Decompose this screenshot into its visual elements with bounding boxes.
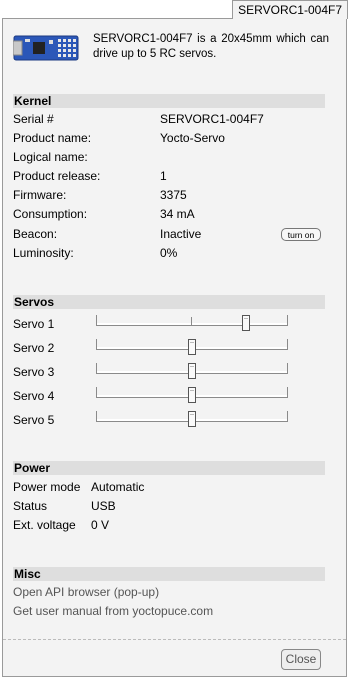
firmware-value: 3375 [160,188,187,202]
servo-2-label: Servo 2 [13,341,55,355]
servo-1-slider[interactable] [96,315,288,331]
kernel-row-product-name: Product name: Yocto-Servo [13,129,333,147]
product-release-label: Product release: [13,169,101,183]
servo-5-slider[interactable] [96,411,288,427]
power-mode-label: Power mode [13,480,81,494]
product-name-value: Yocto-Servo [160,131,225,145]
firmware-label: Firmware: [13,188,67,202]
power-row-ext-voltage: Ext. voltage 0 V [13,516,213,534]
servo-1-label: Servo 1 [13,317,55,331]
product-name-label: Product name: [13,131,92,145]
luminosity-value: 0% [160,246,178,260]
power-status-value: USB [91,499,116,513]
open-api-browser-link[interactable]: Open API browser (pop-up) [13,583,159,601]
beacon-turn-on-button[interactable]: turn on [281,228,321,241]
servo-3-label: Servo 3 [13,365,55,379]
power-mode-value: Automatic [91,480,145,494]
device-header: SERVORC1-004F7 is a 20x45mm which can dr… [13,29,338,69]
power-row-mode: Power mode Automatic [13,478,213,496]
servo-4-slider[interactable] [96,387,288,403]
footer-divider [3,639,346,640]
ext-voltage-label: Ext. voltage [13,518,76,532]
power-row-status: Status USB [13,497,213,515]
servo-5-label: Servo 5 [13,413,55,427]
kernel-row-serial: Serial # SERVORC1-004F7 [13,110,333,128]
kernel-section-header: Kernel [13,94,325,108]
device-panel: SERVORC1-004F7 is a 20x45mm which can dr… [2,18,347,677]
slider-thumb[interactable] [241,315,250,331]
servo-2-slider[interactable] [96,339,288,355]
slider-tick [96,315,97,325]
slider-tick [96,339,97,349]
serial-label: Serial # [13,112,54,126]
slider-thumb[interactable] [188,339,196,355]
window-title-tab: SERVORC1-004F7 [232,0,348,19]
kernel-row-luminosity: Luminosity: 0% [13,244,333,262]
slider-track [96,323,288,326]
logical-name-label: Logical name: [13,150,88,164]
luminosity-label: Luminosity: [13,246,74,260]
kernel-row-logical-name: Logical name: [13,148,333,166]
beacon-label: Beacon: [13,227,58,241]
consumption-value: 34 mA [160,207,195,221]
slider-tick [287,387,288,397]
serial-value: SERVORC1-004F7 [160,112,264,126]
kernel-row-consumption: Consumption: 34 mA [13,205,333,223]
slider-tick [287,411,288,421]
misc-section-header: Misc [13,567,325,581]
beacon-value: Inactive [160,227,202,241]
close-button[interactable]: Close [281,649,321,670]
ext-voltage-value: 0 V [91,518,110,532]
product-release-value: 1 [160,169,167,183]
slider-thumb[interactable] [188,363,196,379]
slider-tick [287,315,288,325]
slider-tick [287,363,288,373]
kernel-row-product-release: Product release: 1 [13,167,333,185]
slider-tick [96,411,97,421]
servos-section-header: Servos [13,295,325,309]
servo-3-slider[interactable] [96,363,288,379]
power-section-header: Power [13,461,325,475]
device-image [13,35,79,61]
consumption-label: Consumption: [13,207,88,221]
device-description: SERVORC1-004F7 is a 20x45mm which can dr… [93,33,329,60]
kernel-row-firmware: Firmware: 3375 [13,186,333,204]
user-manual-link[interactable]: Get user manual from yoctopuce.com [13,602,213,620]
slider-thumb[interactable] [188,387,196,403]
slider-thumb[interactable] [188,411,196,427]
slider-tick [96,387,97,397]
servo-4-label: Servo 4 [13,389,55,403]
slider-tick [96,363,97,373]
power-status-label: Status [13,499,48,513]
slider-tick [191,317,192,325]
slider-tick [287,339,288,349]
